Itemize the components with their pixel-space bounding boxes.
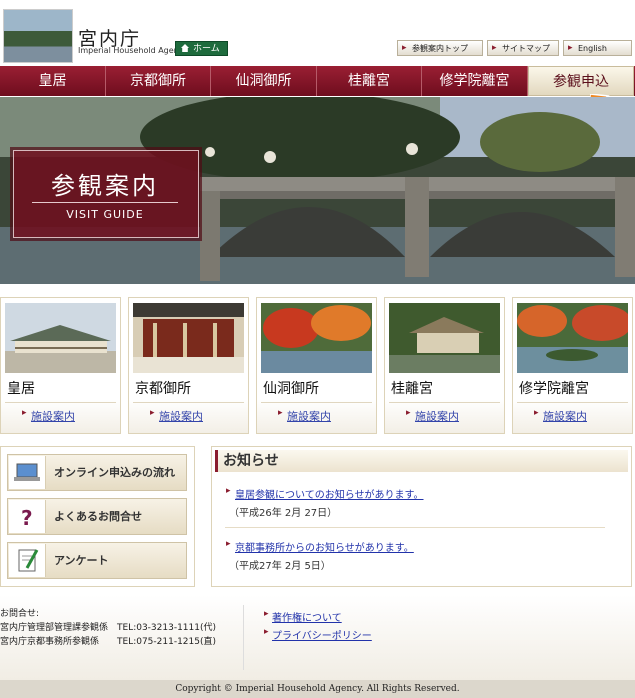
facility-info-link[interactable]: 施設案内 [406, 408, 459, 424]
survey-icon [9, 544, 46, 577]
news-date: （平成27年 2月 5日） [229, 561, 331, 572]
card-divider [5, 402, 116, 403]
nav-item-katsura[interactable]: 桂離宮 [317, 66, 422, 96]
util-sitemap-link[interactable]: サイトマップ [487, 40, 559, 56]
contact-line-tokyo: 宮内庁管理部管理課参観係 TEL:03-3213-1111(代) [0, 623, 217, 633]
nav-item-kyoto-gosho[interactable]: 京都御所 [106, 66, 211, 96]
nav-item-apply[interactable]: 参観申込 [528, 66, 634, 96]
nav-item-shugakuin[interactable]: 修学院離宮 [422, 66, 528, 96]
online-flow-label: オンライン申込みの流れ [54, 466, 175, 479]
card-divider [133, 402, 244, 403]
news-link-kokyo[interactable]: 皇居参観についてのお知らせがあります。 [226, 486, 423, 501]
svg-text:?: ? [21, 506, 33, 530]
faq-button[interactable]: ? よくあるお問合せ [7, 498, 187, 535]
card-divider [261, 402, 372, 403]
nav-item-sento-gosho[interactable]: 仙洞御所 [211, 66, 317, 96]
survey-button[interactable]: アンケート [7, 542, 187, 579]
copyright-text: Copyright © Imperial Household Agency. A… [0, 680, 635, 698]
question-icon: ? [9, 500, 46, 533]
news-date: （平成26年 2月 27日） [229, 508, 338, 519]
copyright-link[interactable]: 著作権について [264, 609, 342, 624]
faq-label: よくあるお問合せ [54, 510, 142, 523]
contact-line-kyoto: 宮内庁京都事務所参観係 TEL:075-211-1215(直) [0, 637, 217, 647]
site-subtitle: Imperial Household Agency [78, 46, 188, 55]
card-divider [517, 402, 628, 403]
hero-subtitle: VISIT GUIDE [66, 208, 144, 221]
home-button[interactable]: ホーム [175, 41, 228, 56]
facility-info-link[interactable]: 施設案内 [534, 408, 587, 424]
facility-name: 京都御所 [135, 381, 191, 397]
katsura-photo [389, 303, 500, 373]
facility-name: 仙洞御所 [263, 381, 319, 397]
facility-card-kokyo[interactable]: 皇居 施設案内 [0, 297, 121, 434]
hero-title: 参観案内 [51, 172, 159, 200]
facility-name: 修学院離宮 [519, 381, 589, 397]
laptop-icon [9, 456, 46, 489]
home-label: ホーム [193, 44, 220, 54]
footer-divider [243, 605, 244, 670]
hero-divider [32, 202, 178, 203]
card-divider [389, 402, 500, 403]
facility-card-katsura[interactable]: 桂離宮 施設案内 [384, 297, 505, 434]
facility-info-link[interactable]: 施設案内 [22, 408, 75, 424]
util-visit-top-link[interactable]: 参観案内トップ [397, 40, 483, 56]
contact-heading: お問合せ: [0, 609, 40, 619]
kokyo-photo [5, 303, 116, 373]
facility-name: 桂離宮 [391, 381, 433, 397]
news-link-kyoto[interactable]: 京都事務所からのお知らせがあります。 [226, 539, 414, 554]
news-title: お知らせ [223, 453, 279, 469]
privacy-policy-link[interactable]: プライバシーポリシー [264, 627, 372, 642]
news-separator [225, 527, 605, 528]
survey-label: アンケート [54, 554, 109, 567]
facility-info-link[interactable]: 施設案内 [150, 408, 203, 424]
util-english-link[interactable]: English [563, 40, 632, 56]
facility-card-sento-gosho[interactable]: 仙洞御所 施設案内 [256, 297, 377, 434]
logo-photo[interactable] [3, 9, 73, 63]
facility-name: 皇居 [7, 381, 35, 397]
facility-card-kyoto-gosho[interactable]: 京都御所 施設案内 [128, 297, 249, 434]
home-icon [181, 44, 189, 52]
online-flow-button[interactable]: オンライン申込みの流れ [7, 454, 187, 491]
nav-item-kokyo[interactable]: 皇居 [0, 66, 106, 96]
sento-gosho-photo [261, 303, 372, 373]
facility-info-link[interactable]: 施設案内 [278, 408, 331, 424]
shugakuin-photo [517, 303, 628, 373]
kyoto-gosho-photo [133, 303, 244, 373]
facility-card-shugakuin[interactable]: 修学院離宮 施設案内 [512, 297, 633, 434]
